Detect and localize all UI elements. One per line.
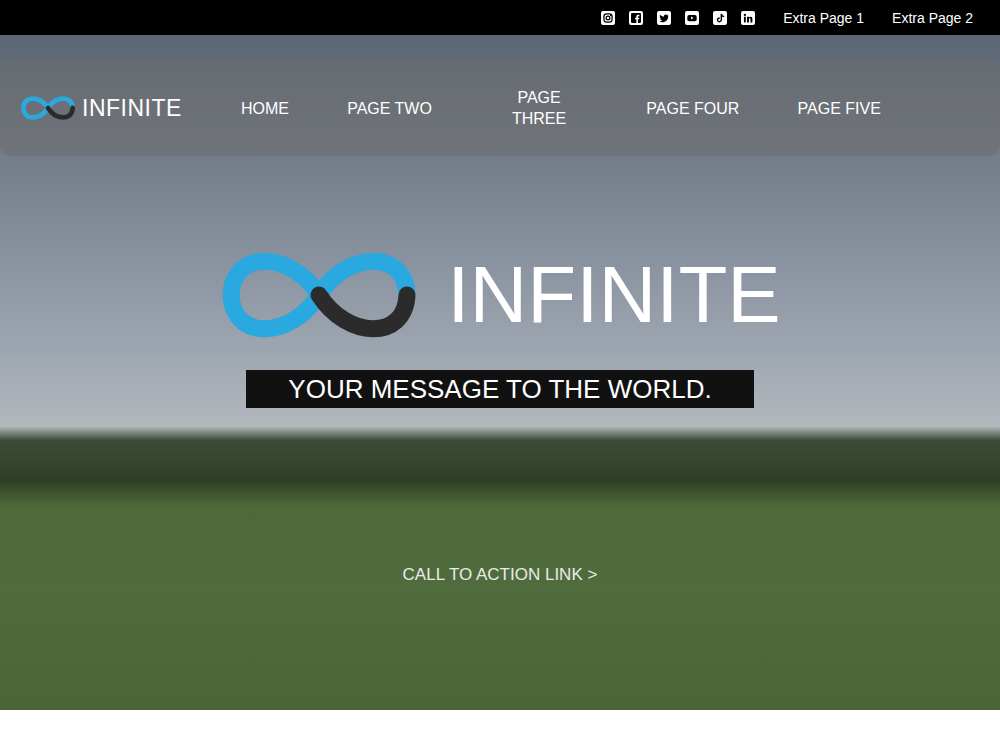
nav-item[interactable]: PAGE TWO (347, 98, 432, 119)
social-link[interactable] (685, 11, 699, 25)
linkedin-icon (743, 13, 753, 23)
top-link[interactable]: Extra Page 2 (892, 10, 973, 26)
social-link[interactable] (713, 11, 727, 25)
facebook-icon (631, 13, 641, 23)
top-link[interactable]: Extra Page 1 (783, 10, 864, 26)
social-link[interactable] (601, 11, 615, 25)
instagram-icon (603, 13, 613, 23)
nav-menu: HOME PAGE TWO PAGE THREE PAGE FOUR PAGE FIVE (212, 87, 910, 129)
nav-item[interactable]: HOME (241, 98, 289, 119)
main-nav: INFINITE HOME PAGE TWO PAGE THREE PAGE FOUR P… (0, 60, 1000, 156)
hero-logo: INFINITE (219, 245, 780, 345)
top-bar: Extra Page 1 Extra Page 2 (0, 0, 1000, 35)
nav-logo[interactable]: INFINITE (20, 94, 182, 122)
infinity-logo-icon (219, 245, 419, 345)
hero-logo-text: INFINITE (447, 250, 780, 340)
nav-item[interactable]: PAGE FOUR (646, 98, 739, 119)
nav-item[interactable]: PAGE THREE (490, 87, 588, 129)
youtube-icon (687, 13, 697, 23)
call-to-action-link[interactable]: CALL TO ACTION LINK > (403, 565, 598, 585)
tiktok-icon (715, 13, 725, 23)
infinity-logo-icon (20, 94, 76, 122)
social-link[interactable] (741, 11, 755, 25)
social-link[interactable] (629, 11, 643, 25)
hero-section: INFINITE HOME PAGE TWO PAGE THREE PAGE FOUR P… (0, 35, 1000, 710)
nav-item[interactable]: PAGE FIVE (798, 98, 881, 119)
social-links (601, 11, 755, 25)
top-links: Extra Page 1 Extra Page 2 (783, 10, 973, 26)
social-link[interactable] (657, 11, 671, 25)
nav-logo-text[interactable]: INFINITE (82, 95, 182, 122)
twitter-icon (659, 13, 669, 23)
hero-tagline: YOUR MESSAGE TO THE WORLD. (246, 370, 753, 408)
